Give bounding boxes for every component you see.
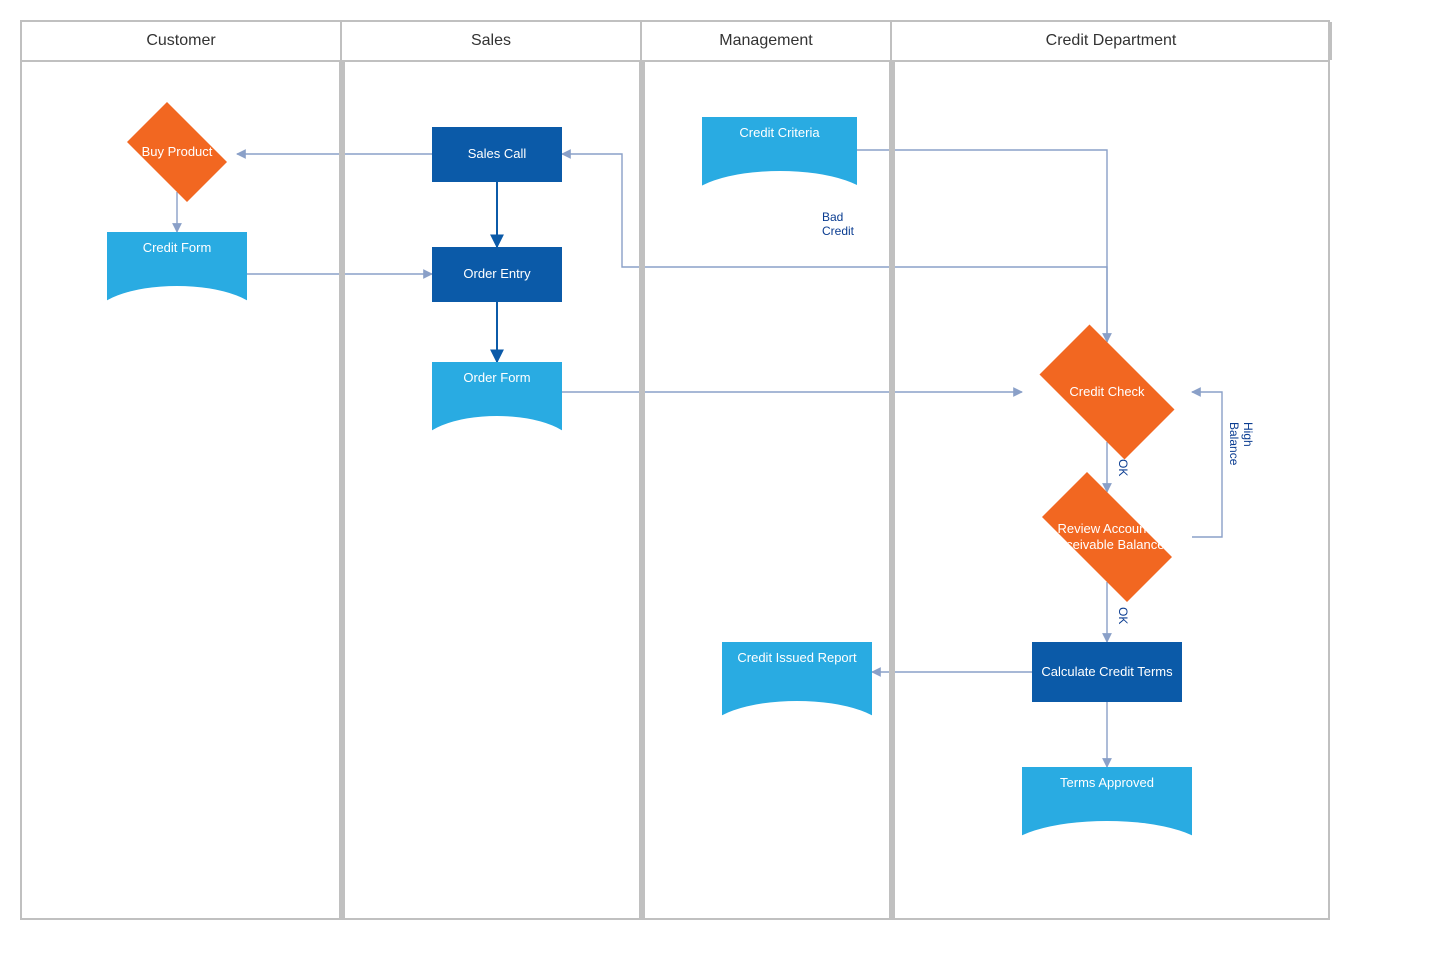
order-entry-node: Order Entry bbox=[432, 247, 562, 302]
node-label: Terms Approved bbox=[1052, 775, 1162, 791]
sales-call-node: Sales Call bbox=[432, 127, 562, 182]
order-form-node: Order Form bbox=[432, 362, 562, 432]
lane-divider bbox=[339, 60, 345, 918]
node-label: Credit Issued Report bbox=[729, 650, 864, 666]
lane-divider bbox=[639, 60, 645, 918]
lane-header-management: Management bbox=[642, 22, 892, 60]
credit-report-node: Credit Issued Report bbox=[722, 642, 872, 717]
lane-header-credit: Credit Department bbox=[892, 22, 1332, 60]
buy-product-node: Buy Product bbox=[117, 112, 237, 192]
node-label: Credit Criteria bbox=[731, 125, 827, 141]
edge-label: OK bbox=[1116, 607, 1130, 624]
node-label: Review Accounts Receivable Balance bbox=[1025, 521, 1190, 552]
edge-label: OK bbox=[1116, 459, 1130, 476]
credit-check-node: Credit Check bbox=[1022, 342, 1192, 442]
header-divider bbox=[22, 60, 1328, 62]
calc-terms-node: Calculate Credit Terms bbox=[1032, 642, 1182, 702]
review-ar-node: Review Accounts Receivable Balance bbox=[1022, 492, 1192, 582]
edge-label: High Balance bbox=[1227, 422, 1255, 465]
node-label: Sales Call bbox=[460, 146, 535, 162]
terms-approved-node: Terms Approved bbox=[1022, 767, 1192, 837]
node-label: Order Form bbox=[455, 370, 538, 386]
node-label: Credit Check bbox=[1063, 384, 1150, 400]
node-label: Calculate Credit Terms bbox=[1033, 664, 1180, 680]
lane-header-sales: Sales bbox=[342, 22, 642, 60]
edge-review_ar-credit_check bbox=[1192, 392, 1222, 537]
credit-criteria-node: Credit Criteria bbox=[702, 117, 857, 187]
node-label: Order Entry bbox=[455, 266, 538, 282]
edge-label: Bad Credit bbox=[822, 210, 854, 238]
node-label: Credit Form bbox=[135, 240, 220, 256]
swimlane-diagram: CustomerSalesManagementCredit Department… bbox=[20, 20, 1330, 920]
lane-header-customer: Customer bbox=[22, 22, 342, 60]
node-label: Buy Product bbox=[136, 144, 219, 160]
credit-form-node: Credit Form bbox=[107, 232, 247, 302]
lane-divider bbox=[889, 60, 895, 918]
